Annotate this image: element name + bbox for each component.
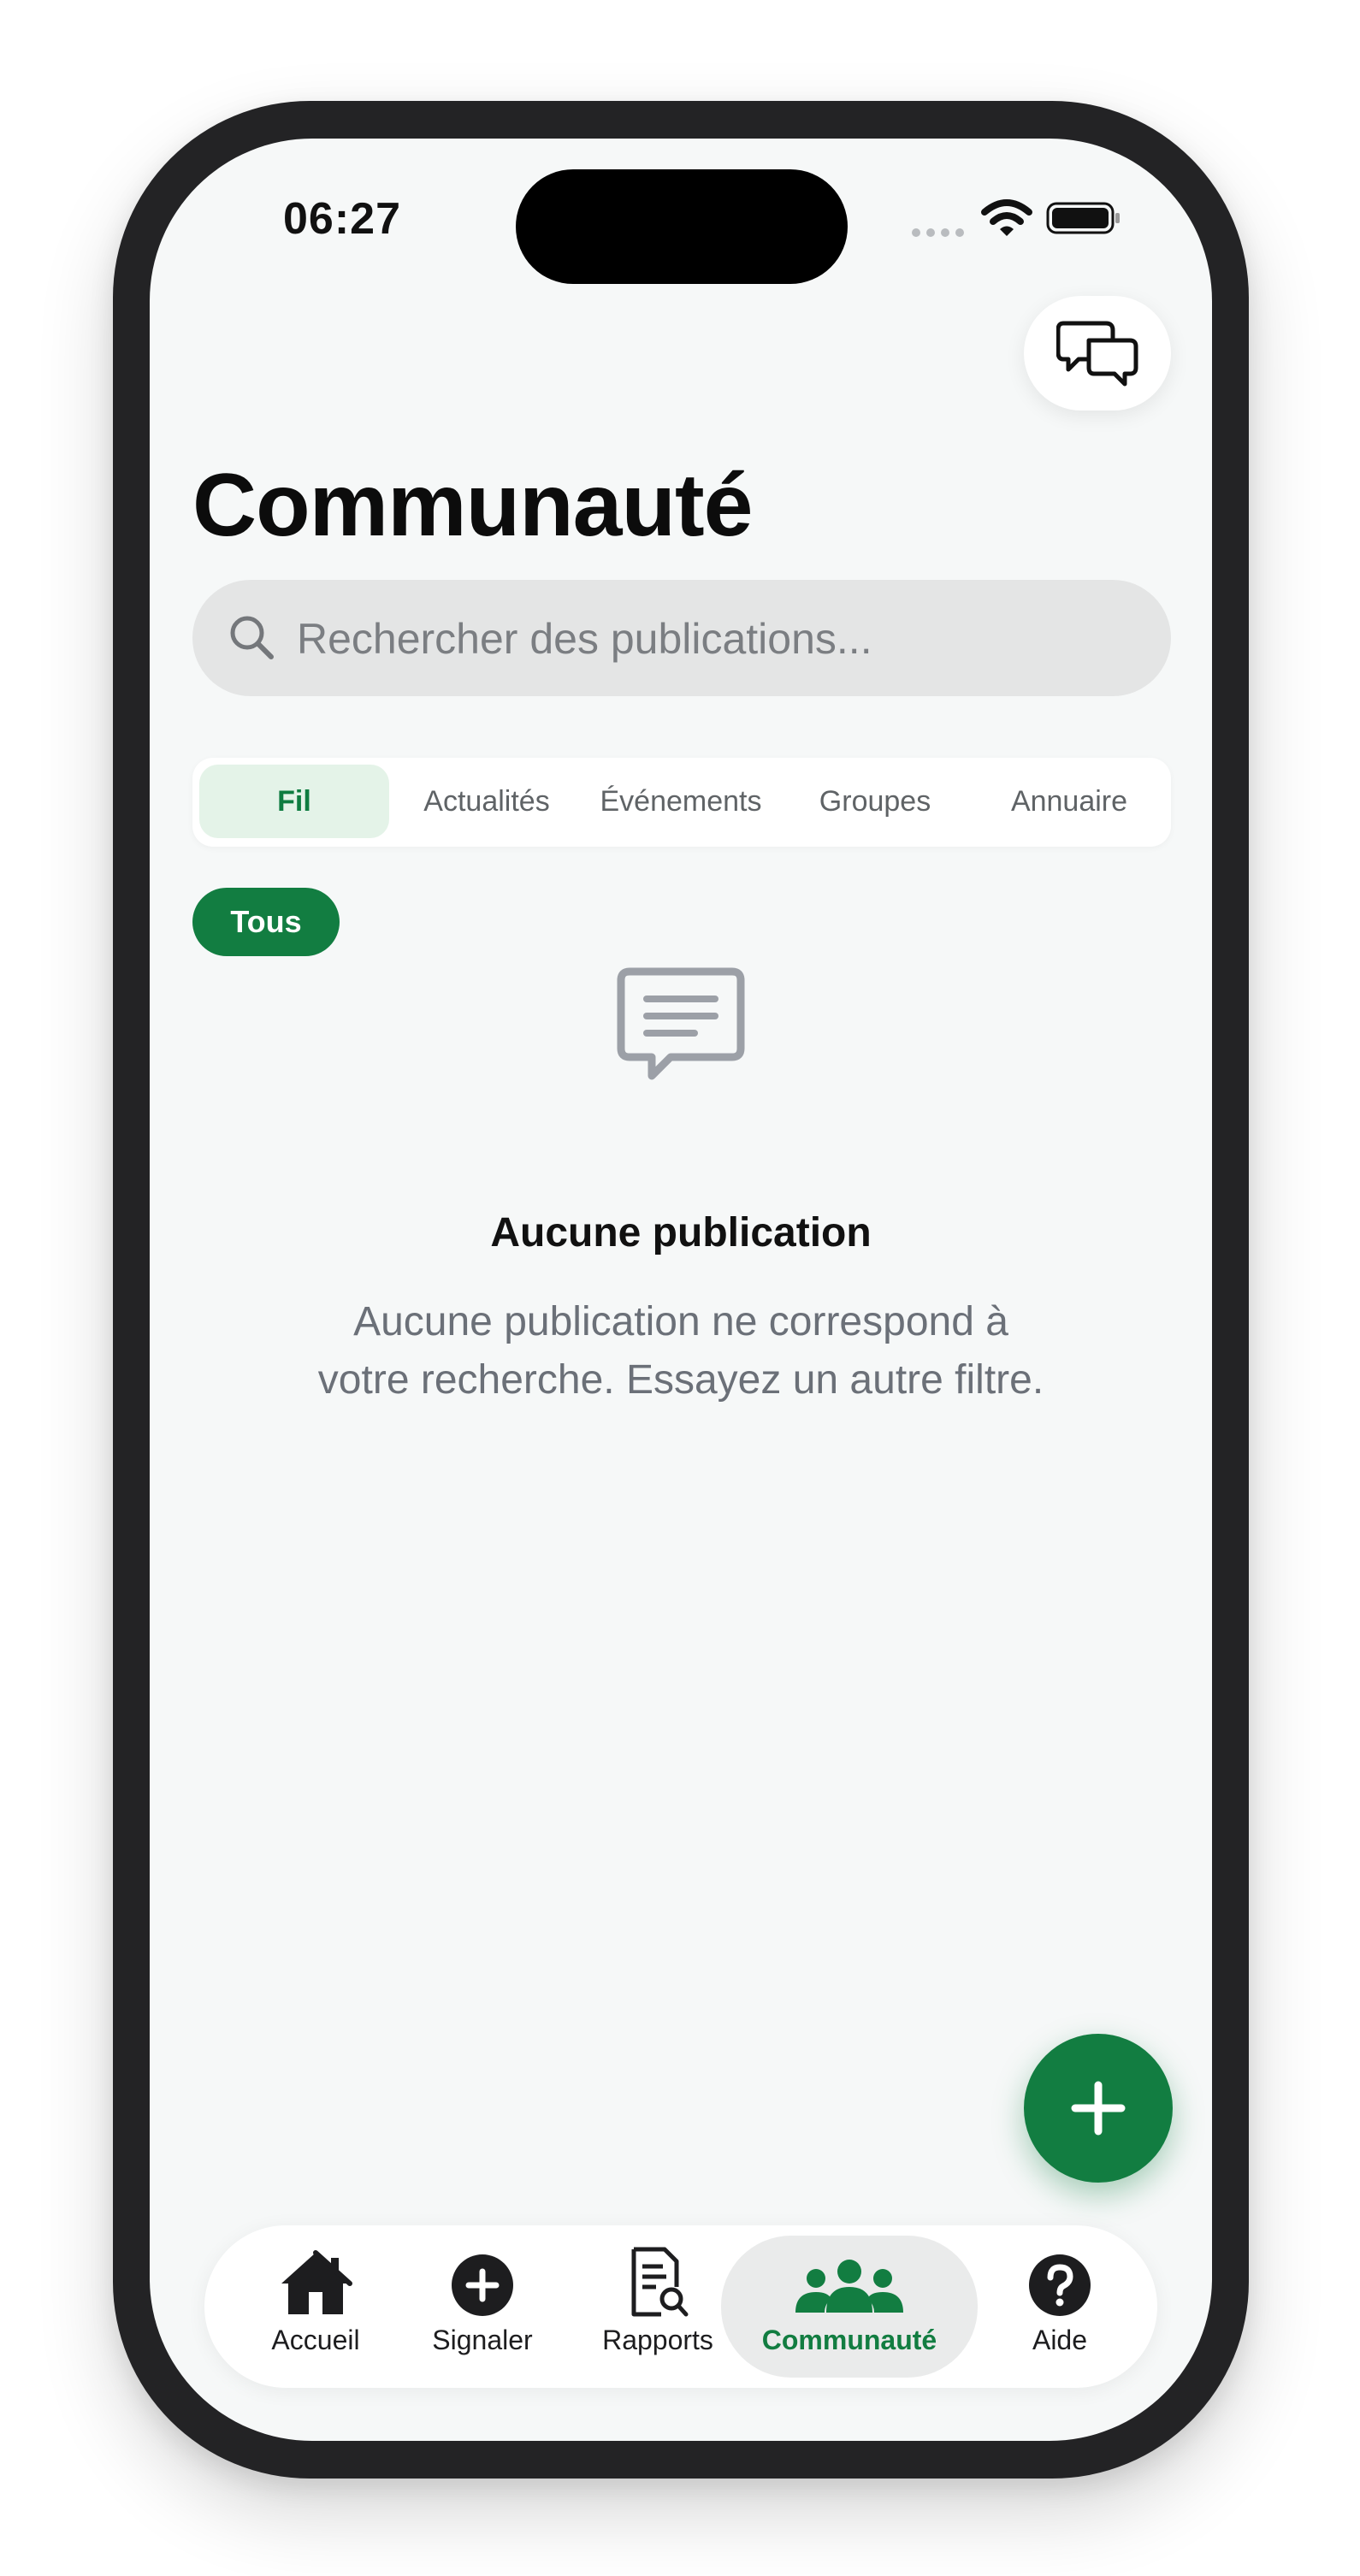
plus-icon (1071, 2081, 1126, 2136)
bottom-tab-bar: Accueil Signaler Rapports Communauté Aid… (204, 2225, 1157, 2388)
messages-button[interactable] (1024, 296, 1171, 411)
search-input[interactable] (295, 580, 1137, 698)
empty-state-message: Aucune publication ne correspond à votre… (317, 1299, 1044, 1403)
segment-tabs: Fil Actualités Événements Groupes Annuai… (192, 758, 1171, 847)
wifi-icon (981, 199, 1032, 236)
dynamic-island (516, 169, 848, 284)
filter-chip-all[interactable]: Tous (192, 888, 340, 956)
page-title: Communauté (192, 456, 753, 555)
nav-label: Communauté (761, 2325, 937, 2355)
plus-circle-icon (452, 2254, 513, 2316)
app-screen: 06:27 Communauté Rechercher des publicat… (150, 139, 1212, 2441)
tab-actualites[interactable]: Actualités (392, 765, 582, 838)
empty-message-icon (617, 967, 745, 1080)
tab-groupes[interactable]: Groupes (780, 765, 970, 838)
tab-annuaire[interactable]: Annuaire (974, 765, 1164, 838)
search-icon (230, 616, 274, 659)
help-icon (1029, 2254, 1091, 2316)
status-time: 06:27 (283, 194, 401, 244)
create-post-button[interactable] (1024, 2034, 1173, 2183)
search-bar[interactable] (192, 580, 1171, 698)
cellular-signal-icon (912, 228, 964, 237)
battery-icon (1046, 202, 1120, 234)
home-icon (281, 2250, 352, 2314)
nav-label: Accueil (271, 2325, 360, 2355)
chat-bubbles-icon (1056, 321, 1138, 387)
tab-evenements[interactable]: Événements (586, 765, 776, 838)
nav-signaler[interactable]: Signaler (414, 2236, 551, 2378)
nav-rapports[interactable]: Rapports (581, 2236, 735, 2378)
nav-accueil[interactable]: Accueil (247, 2236, 384, 2378)
tab-fil[interactable]: Fil (199, 765, 389, 838)
nav-label: Rapports (602, 2325, 713, 2355)
status-indicators (909, 198, 1149, 250)
nav-label: Signaler (432, 2325, 533, 2355)
nav-communaute[interactable]: Communauté (721, 2236, 978, 2378)
people-icon (795, 2260, 903, 2313)
report-search-icon (631, 2247, 689, 2317)
empty-state-title: Aucune publication (490, 1210, 872, 1256)
nav-label: Aide (1032, 2325, 1088, 2355)
nav-aide[interactable]: Aide (1000, 2236, 1120, 2378)
